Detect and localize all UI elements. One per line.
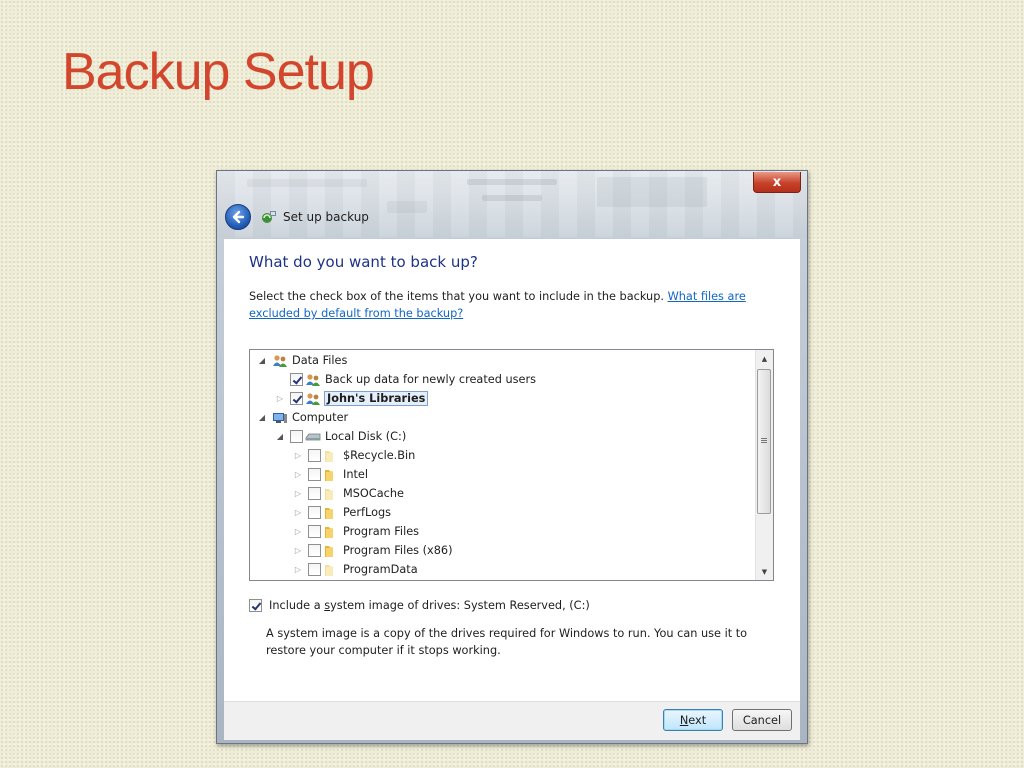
tree-item-label: Computer xyxy=(292,411,349,424)
expand-triangle-icon[interactable]: ▷ xyxy=(274,393,286,405)
computer-icon xyxy=(272,411,292,425)
system-image-option[interactable]: Include a system image of drives: System… xyxy=(249,599,590,612)
collapse-triangle-icon[interactable]: ◢ xyxy=(256,412,268,424)
tree-item[interactable]: ▷ $Recycle.Bin xyxy=(292,446,415,465)
page-heading: What do you want to back up? xyxy=(249,253,478,271)
expand-triangle-icon[interactable]: ▷ xyxy=(292,526,304,538)
tree-item-checkbox[interactable] xyxy=(308,449,321,462)
slide-title: Backup Setup xyxy=(62,43,375,101)
back-arrow-icon xyxy=(232,210,245,224)
tree-item-label: Program Files xyxy=(343,525,420,538)
backup-dialog: x Set up backup What do you want to back… xyxy=(216,170,808,744)
tree-item-label: John's Libraries xyxy=(323,391,429,406)
folder-icon xyxy=(323,468,343,482)
scroll-up-button[interactable]: ▲ xyxy=(756,350,773,367)
tree-item-label: $Recycle.Bin xyxy=(343,449,416,462)
window-title: Set up backup xyxy=(283,210,369,224)
next-button-label: Next xyxy=(679,713,707,727)
tree-scrollbar[interactable]: ▲ ▼ xyxy=(755,350,773,580)
dialog-footer: Next Cancel xyxy=(224,701,800,740)
folder-icon xyxy=(323,525,343,539)
backup-items-tree[interactable]: ◢ Data Files Back up data for newly create… xyxy=(249,349,774,581)
tree-item[interactable]: ◢ Computer xyxy=(256,408,348,427)
next-button[interactable]: Next xyxy=(663,709,723,731)
close-icon: x xyxy=(772,174,782,190)
expand-triangle-icon[interactable]: ▷ xyxy=(292,488,304,500)
tree-item-label: ProgramData xyxy=(343,563,418,576)
scroll-down-button[interactable]: ▼ xyxy=(756,563,773,580)
folder-icon xyxy=(323,449,343,463)
tree-item-checkbox[interactable] xyxy=(308,544,321,557)
tree-item[interactable]: ▷ Program Files xyxy=(292,522,419,541)
folder-icon xyxy=(323,487,343,501)
tree-item-label: MSOCache xyxy=(343,487,404,500)
collapse-triangle-icon[interactable]: ◢ xyxy=(274,431,286,443)
system-image-description: A system image is a copy of the drives r… xyxy=(266,627,748,657)
expand-triangle-icon[interactable]: ▷ xyxy=(292,450,304,462)
tree-item-checkbox[interactable] xyxy=(308,563,321,576)
close-button[interactable]: x xyxy=(753,172,801,193)
users-icon xyxy=(272,354,292,368)
tree-item-checkbox[interactable] xyxy=(290,373,303,386)
tree-item-label: Back up data for newly created users xyxy=(325,373,537,386)
tree-item-checkbox[interactable] xyxy=(308,506,321,519)
tree-item-label: PerfLogs xyxy=(343,506,392,519)
tree-item-label: Local Disk (C:) xyxy=(325,430,407,443)
tree-item-checkbox[interactable] xyxy=(308,525,321,538)
drive-icon xyxy=(305,430,325,444)
collapse-triangle-icon[interactable]: ◢ xyxy=(256,355,268,367)
tree-item[interactable]: Back up data for newly created users xyxy=(274,370,536,389)
system-image-label: Include a system image of drives: System… xyxy=(269,599,590,612)
expand-triangle-icon[interactable]: ▷ xyxy=(292,564,304,576)
scroll-thumb[interactable] xyxy=(757,369,771,514)
tree-item[interactable]: ▷ MSOCache xyxy=(292,484,404,503)
content-panel: What do you want to back up? Select the … xyxy=(224,238,800,701)
tree-item-label: Data Files xyxy=(292,354,348,367)
tree-item[interactable]: ▷ Intel xyxy=(292,465,368,484)
tree-item[interactable]: ◢ Data Files xyxy=(256,351,347,370)
tree-item[interactable]: ▷ John's Libraries xyxy=(274,389,429,408)
tree-item[interactable]: ▷ ProgramData xyxy=(292,560,418,579)
expand-triangle-icon[interactable]: ▷ xyxy=(292,507,304,519)
expand-triangle-icon[interactable]: ▷ xyxy=(292,469,304,481)
users-icon xyxy=(305,373,325,387)
scroll-down-icon: ▼ xyxy=(761,567,768,576)
system-image-checkbox[interactable] xyxy=(249,599,262,612)
back-button[interactable] xyxy=(225,204,251,230)
expand-triangle-icon[interactable]: ▷ xyxy=(292,545,304,557)
tree-item[interactable]: ◢ Local Disk (C:) xyxy=(274,427,406,446)
folder-icon xyxy=(323,506,343,520)
tree-item-label: Program Files (x86) xyxy=(343,544,453,557)
folder-icon xyxy=(323,544,343,558)
cancel-button[interactable]: Cancel xyxy=(732,709,792,731)
title-bar[interactable]: x Set up backup xyxy=(217,171,807,237)
tree-item-checkbox[interactable] xyxy=(290,430,303,443)
tree-item[interactable]: ▷ PerfLogs xyxy=(292,503,391,522)
instructions-text: Select the check box of the items that y… xyxy=(249,290,746,320)
backup-icon xyxy=(262,211,276,223)
tree-item-checkbox[interactable] xyxy=(290,392,303,405)
tree-item-label: Intel xyxy=(343,468,369,481)
users-icon xyxy=(305,392,325,406)
tree-item-checkbox[interactable] xyxy=(308,468,321,481)
folder-icon xyxy=(323,563,343,577)
tree-item[interactable]: ▷ Program Files (x86) xyxy=(292,541,453,560)
tree-item-checkbox[interactable] xyxy=(308,487,321,500)
scroll-up-icon: ▲ xyxy=(761,354,768,363)
